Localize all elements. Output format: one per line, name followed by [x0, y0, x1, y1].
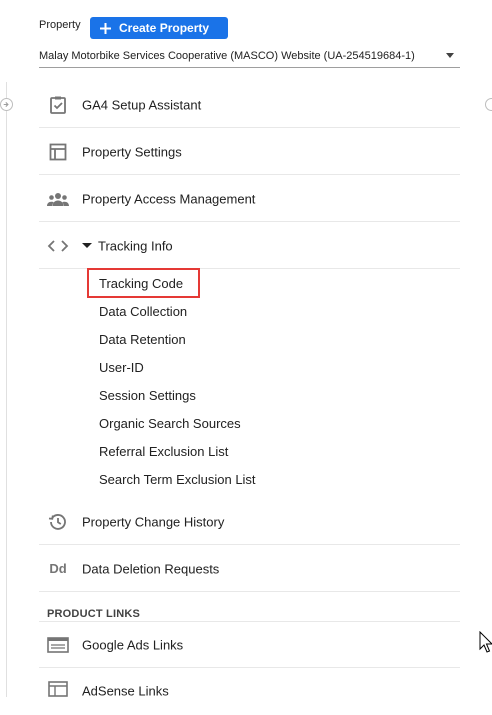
- sub-item-search-term-exclusion-list[interactable]: Search Term Exclusion List: [99, 472, 256, 487]
- nav-item-label: Tracking Info: [98, 238, 173, 253]
- nav-item-data-deletion[interactable]: Dd Data Deletion Requests: [39, 546, 460, 592]
- nav-item-adsense-links[interactable]: AdSense Links: [39, 669, 460, 715]
- property-select-value: Malay Motorbike Services Cooperative (MA…: [39, 50, 415, 62]
- nav-item-label: AdSense Links: [82, 683, 169, 699]
- google-ads-links-icon: [47, 634, 69, 656]
- history-icon: [47, 511, 69, 533]
- sub-item-data-collection[interactable]: Data Collection: [99, 304, 187, 319]
- property-select[interactable]: Malay Motorbike Services Cooperative (MA…: [39, 46, 460, 68]
- nav-item-label: Property Change History: [82, 514, 225, 529]
- highlight-annotation: [87, 268, 200, 298]
- plus-icon: [100, 22, 111, 34]
- expand-arrow-icon: [82, 243, 92, 248]
- sub-item-referral-exclusion-list[interactable]: Referral Exclusion List: [99, 444, 228, 459]
- nav-item-label: Property Access Management: [82, 191, 256, 206]
- nav-item-property-access[interactable]: Property Access Management: [39, 176, 460, 222]
- nav-item-google-ads-links[interactable]: Google Ads Links: [39, 622, 460, 668]
- arrow-right-icon: [3, 102, 9, 107]
- checkbox-clipboard-icon: [47, 94, 69, 116]
- dropdown-arrow-icon: [446, 53, 454, 58]
- mouse-cursor-icon: [479, 631, 492, 653]
- nav-item-ga4-setup[interactable]: GA4 Setup Assistant: [39, 82, 460, 128]
- sub-item-session-settings[interactable]: Session Settings: [99, 388, 196, 403]
- sub-item-organic-search-sources[interactable]: Organic Search Sources: [99, 416, 241, 431]
- section-header-product-links: PRODUCT LINKS: [47, 608, 141, 620]
- create-property-label: Create Property: [119, 21, 210, 35]
- left-divider: [6, 82, 7, 697]
- create-property-button[interactable]: Create Property: [90, 17, 228, 39]
- nav-item-label: Google Ads Links: [82, 637, 184, 652]
- expand-left-toggle[interactable]: [0, 98, 13, 111]
- nav-item-label: Property Settings: [82, 144, 182, 159]
- nav-item-label: GA4 Setup Assistant: [82, 97, 202, 112]
- collapse-right-toggle[interactable]: [485, 98, 492, 111]
- nav-item-property-settings[interactable]: Property Settings: [39, 129, 460, 175]
- property-label: Property: [39, 19, 81, 31]
- data-deletion-icon: Dd: [49, 561, 67, 576]
- layout-panel-icon: [47, 141, 69, 163]
- people-group-icon: [47, 188, 69, 210]
- nav-item-change-history[interactable]: Property Change History: [39, 499, 460, 545]
- sub-item-data-retention[interactable]: Data Retention: [99, 332, 186, 347]
- nav-item-tracking-info[interactable]: Tracking Info: [39, 223, 460, 269]
- code-brackets-icon: [47, 235, 69, 257]
- nav-item-label: Data Deletion Requests: [82, 561, 220, 576]
- sub-item-user-id[interactable]: User-ID: [99, 360, 144, 375]
